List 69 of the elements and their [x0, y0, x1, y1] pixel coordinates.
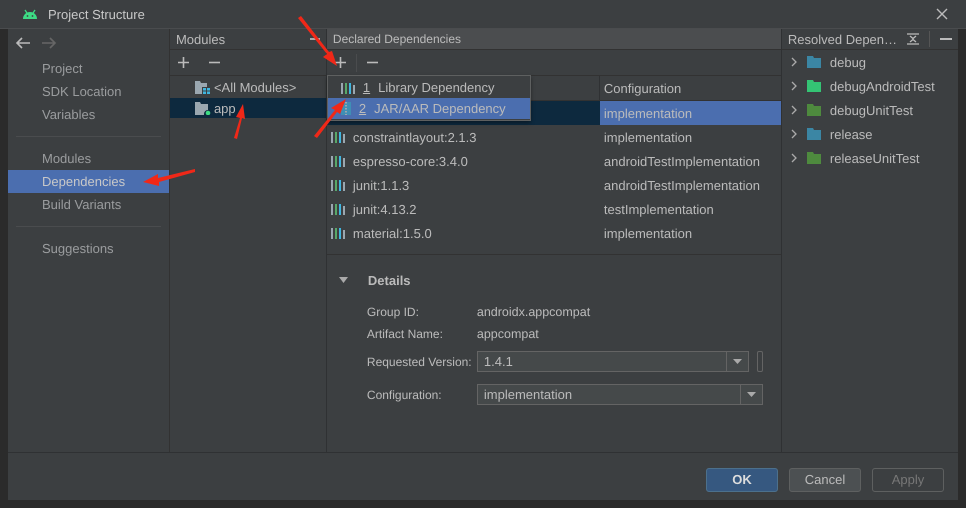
folder-grid-icon — [194, 80, 211, 94]
field-label: Group ID: — [366, 305, 420, 319]
expand-chevron-icon[interactable] — [790, 57, 798, 67]
table-cell-text: implementation — [602, 128, 694, 147]
minimize-icon[interactable] — [940, 38, 952, 40]
dropdown-arrow-icon[interactable] — [746, 392, 756, 397]
expand-chevron-icon[interactable] — [790, 105, 798, 115]
window-title: Project Structure — [48, 6, 146, 22]
sidebar-item[interactable]: Project — [8, 57, 169, 80]
android-icon — [22, 9, 38, 19]
section-title: Details — [368, 272, 411, 288]
panel-title: Declared Dependencies — [332, 32, 462, 46]
library-icon — [330, 203, 345, 215]
field-value: androidx.appcompat — [476, 305, 590, 319]
library-icon — [330, 227, 345, 239]
field-label: Requested Version: — [366, 354, 473, 368]
library-icon — [340, 82, 355, 94]
sidebar-item[interactable]: Variables — [8, 103, 169, 126]
tree-item[interactable]: release — [830, 126, 873, 142]
module-item[interactable]: <All Modules> — [170, 77, 326, 97]
dropdown-arrow-icon[interactable] — [732, 359, 742, 364]
field-label: Artifact Name: — [366, 327, 444, 341]
table-cell-text: androidTestImplementation — [602, 152, 761, 171]
annotation-arrow — [143, 169, 195, 186]
library-icon — [330, 179, 345, 191]
panel-title: Modules — [176, 32, 226, 46]
library-icon — [330, 155, 345, 167]
table-cell-text: implementation — [602, 224, 694, 243]
expand-chevron-icon[interactable] — [790, 129, 798, 139]
field-label: Configuration: — [366, 388, 443, 402]
dependency-row[interactable]: junit:4.13.2 — [326, 197, 600, 221]
sidebar-item[interactable]: Suggestions — [8, 237, 169, 260]
menu-item[interactable]: 1 Library Dependency — [328, 77, 530, 98]
collapse-all-icon[interactable] — [907, 33, 920, 45]
expand-chevron-icon[interactable] — [790, 153, 798, 163]
expand-chevron-icon[interactable] — [790, 81, 798, 91]
field-value: appcompat — [476, 327, 539, 341]
dependency-row[interactable]: constraintlayout:2.1.3 — [326, 125, 600, 149]
table-cell-text: androidTestImplementation — [602, 176, 761, 195]
table-cell-text: testImplementation — [602, 200, 715, 219]
close-icon[interactable] — [936, 8, 948, 20]
annotation-arrow — [314, 99, 346, 138]
add-icon[interactable] — [178, 57, 189, 68]
dropdown-field[interactable]: 1.4.1 — [476, 351, 749, 372]
collapse-triangle-icon[interactable] — [338, 277, 348, 283]
sidebar-item[interactable]: Dependencies — [8, 170, 169, 193]
sidebar-item[interactable]: Modules — [8, 147, 169, 170]
dialog-button[interactable]: Cancel — [789, 468, 861, 492]
column-header[interactable]: Configuration — [600, 76, 781, 100]
panel-title: Resolved Depen… — [788, 32, 898, 46]
tree-item[interactable]: releaseUnitTest — [830, 150, 920, 166]
sidebar-item[interactable]: SDK Location — [8, 80, 169, 103]
module-folder-icon — [194, 102, 211, 114]
ok-button[interactable]: OK — [706, 468, 778, 492]
tree-item[interactable]: debugUnitTest — [830, 102, 914, 118]
dependency-row[interactable]: espresso-core:3.4.0 — [326, 149, 600, 173]
dependency-row[interactable]: material:1.5.0 — [326, 221, 600, 245]
tree-item[interactable]: debug — [830, 54, 866, 70]
toggle-slot[interactable] — [756, 351, 763, 372]
library-icon — [330, 131, 345, 143]
back-arrow-icon[interactable] — [15, 37, 31, 49]
dropdown-field[interactable]: implementation — [476, 384, 763, 405]
table-cell: implementation — [600, 101, 781, 125]
module-item[interactable]: app — [170, 98, 326, 118]
add-icon[interactable] — [334, 57, 346, 68]
annotation-arrow — [234, 104, 245, 139]
dependency-row[interactable]: junit:1.1.3 — [326, 173, 600, 197]
tree-item[interactable]: debugAndroidTest — [830, 78, 935, 94]
sidebar-item[interactable]: Build Variants — [8, 193, 169, 216]
